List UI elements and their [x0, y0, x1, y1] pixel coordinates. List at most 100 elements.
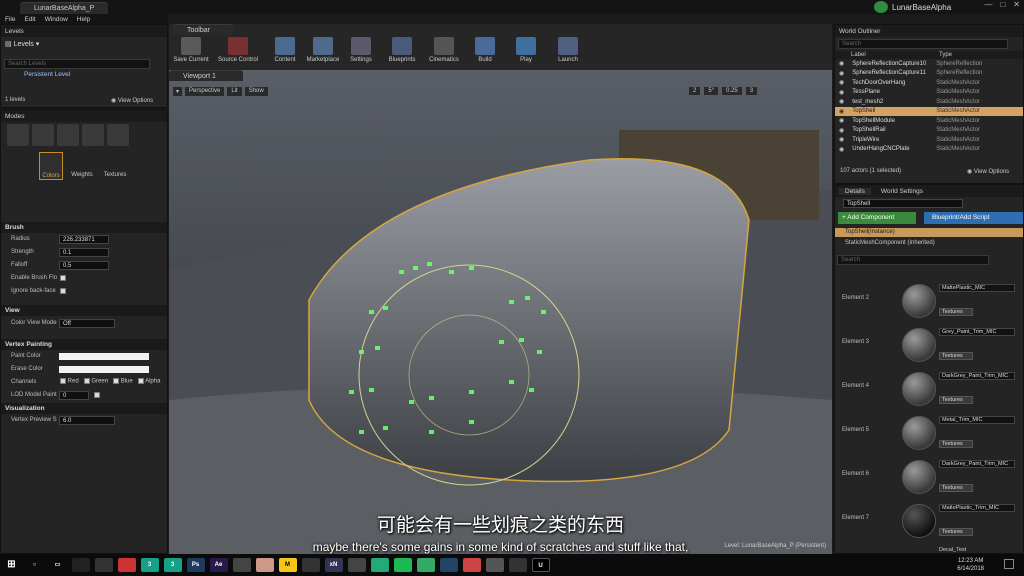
- app-icon[interactable]: [416, 558, 435, 572]
- textures-dropdown[interactable]: Textures: [939, 528, 973, 536]
- component-row[interactable]: StaticMeshComponent (Inherited): [845, 240, 935, 246]
- minimize-icon[interactable]: —: [984, 0, 992, 9]
- photoshop-icon[interactable]: Ps: [186, 558, 205, 572]
- material-thumbnail[interactable]: [902, 372, 936, 406]
- app-icon[interactable]: [255, 558, 274, 572]
- material-select[interactable]: MattePlastic_Trim_MIC: [939, 504, 1015, 512]
- outliner-view-options[interactable]: ◉ View Options: [967, 168, 1009, 175]
- channel-blue-checkbox[interactable]: [113, 378, 120, 384]
- outliner-row[interactable]: ◉ TripleWire StaticMeshActor: [835, 135, 1023, 145]
- menu-help[interactable]: Help: [77, 16, 90, 23]
- app-icon[interactable]: [439, 558, 458, 572]
- material-select[interactable]: DarkGrey_Paint_Trim_MIC: [939, 460, 1015, 468]
- vertex-preview-field[interactable]: 6.0: [59, 416, 115, 425]
- document-tab[interactable]: LunarBaseAlpha_P: [20, 2, 108, 14]
- levels-search-input[interactable]: Search Levels: [4, 59, 150, 69]
- clock[interactable]: 12:23 AM 6/14/2018: [957, 557, 984, 573]
- modes-tab[interactable]: Modes: [1, 110, 167, 122]
- textures-dropdown[interactable]: Textures: [939, 484, 973, 492]
- viewport-tab[interactable]: Viewport 1: [169, 70, 243, 81]
- foliage-mode-icon[interactable]: [82, 124, 104, 146]
- notification-icon[interactable]: [1004, 559, 1014, 569]
- material-thumbnail[interactable]: [902, 328, 936, 362]
- scale-snap-value[interactable]: 0.25: [722, 87, 742, 95]
- app-icon[interactable]: [462, 558, 481, 572]
- channel-green-checkbox[interactable]: [83, 378, 90, 384]
- channel-alpha-checkbox[interactable]: [137, 378, 144, 384]
- ignore-backface-checkbox[interactable]: [60, 288, 66, 294]
- viewport[interactable]: ▾ Perspective Lit Show Viewport 1 2 5° 0…: [169, 70, 832, 554]
- grid-snap-value[interactable]: 2: [689, 87, 701, 95]
- spotify-icon[interactable]: [393, 558, 412, 572]
- place-mode-icon[interactable]: [7, 124, 29, 146]
- brush-section[interactable]: Brush: [1, 222, 167, 233]
- erase-color-swatch[interactable]: [59, 366, 149, 373]
- menu-window[interactable]: Window: [45, 16, 68, 23]
- app-icon[interactable]: [232, 558, 251, 572]
- maximize-icon[interactable]: □: [1000, 0, 1005, 9]
- cinematics-button[interactable]: Cinematics: [425, 37, 463, 63]
- world-settings-tab[interactable]: World Settings: [875, 188, 929, 195]
- app-3-icon[interactable]: 3: [140, 558, 159, 572]
- build-button[interactable]: Build: [469, 37, 501, 63]
- vertex-painting-section[interactable]: Vertex Painting: [1, 339, 167, 350]
- visualization-section[interactable]: Visualization: [1, 403, 167, 414]
- channel-red[interactable]: Red: [60, 378, 79, 385]
- color-view-mode-select[interactable]: Off: [59, 319, 115, 328]
- channel-red-checkbox[interactable]: [60, 378, 66, 384]
- launch-button[interactable]: Launch: [551, 37, 585, 63]
- outliner-search-input[interactable]: Search: [838, 39, 1008, 49]
- menu-edit[interactable]: Edit: [24, 16, 35, 23]
- instance-row[interactable]: TopShell(Instance): [835, 228, 1023, 237]
- app-icon[interactable]: [301, 558, 320, 572]
- settings-button[interactable]: Settings: [343, 37, 379, 63]
- marketplace-button[interactable]: Marketplace: [303, 37, 343, 63]
- material-select[interactable]: Grey_Paint_Trim_MIC: [939, 328, 1015, 336]
- chrome-icon[interactable]: [117, 558, 136, 572]
- play-button[interactable]: Play: [511, 37, 541, 63]
- outliner-row[interactable]: ◉ SphereReflectionCapture10 SphereReflecti…: [835, 59, 1023, 69]
- colors-tool[interactable]: Colors: [39, 152, 63, 180]
- rotation-snap-value[interactable]: 5°: [704, 87, 719, 95]
- outliner-row[interactable]: ◉ TopShellRail StaticMeshActor: [835, 126, 1023, 136]
- after-effects-icon[interactable]: Ae: [209, 558, 228, 572]
- landscape-mode-icon[interactable]: [57, 124, 79, 146]
- content-button[interactable]: Content: [267, 37, 303, 63]
- channel-green[interactable]: Green: [83, 378, 108, 385]
- levels-dropdown[interactable]: ▤ Levels ▾: [1, 37, 167, 51]
- unreal-icon[interactable]: U: [531, 558, 550, 572]
- outliner-row[interactable]: ◉ SphereReflectionCapture11 SphereReflecti…: [835, 69, 1023, 79]
- material-select[interactable]: MattePlastic_MIC: [939, 284, 1015, 292]
- outliner-row[interactable]: ◉ TopShellModule StaticMeshActor: [835, 116, 1023, 126]
- material-thumbnail[interactable]: [902, 504, 936, 538]
- enable-brush-checkbox[interactable]: [60, 275, 66, 281]
- channel-blue[interactable]: Blue: [113, 378, 133, 385]
- actor-name-field[interactable]: TopShell: [843, 199, 963, 208]
- strength-field[interactable]: 0.1: [59, 248, 109, 257]
- textures-dropdown[interactable]: Textures: [939, 352, 973, 360]
- task-view-icon[interactable]: ▭: [49, 558, 67, 572]
- menu-file[interactable]: File: [5, 16, 15, 23]
- material-thumbnail[interactable]: [902, 284, 936, 318]
- paint-mode-icon[interactable]: [32, 124, 54, 146]
- outliner-row[interactable]: ◉ TessPlane StaticMeshActor: [835, 88, 1023, 98]
- textures-dropdown[interactable]: Textures: [939, 440, 973, 448]
- outliner-row[interactable]: ◉ TechDoorOverHang StaticMeshActor: [835, 78, 1023, 88]
- start-icon[interactable]: ⊞: [3, 558, 21, 572]
- lod-checkbox[interactable]: [94, 392, 100, 398]
- source-control-button[interactable]: Source Control: [215, 37, 261, 63]
- lod-field[interactable]: 0: [59, 391, 89, 400]
- geometry-mode-icon[interactable]: [107, 124, 129, 146]
- view-section[interactable]: View: [1, 305, 167, 316]
- add-component-button[interactable]: + Add Component: [838, 212, 916, 224]
- app-icon[interactable]: [370, 558, 389, 572]
- radius-field[interactable]: 226.233871: [59, 235, 109, 244]
- material-thumbnail[interactable]: [902, 416, 936, 450]
- steam-icon[interactable]: [485, 558, 504, 572]
- textures-dropdown[interactable]: Textures: [939, 396, 973, 404]
- paint-color-swatch[interactable]: [59, 353, 149, 360]
- app-3b-icon[interactable]: 3: [163, 558, 182, 572]
- app-icon[interactable]: [508, 558, 527, 572]
- app-m-icon[interactable]: M: [278, 558, 297, 572]
- details-search-input[interactable]: Search: [837, 255, 989, 265]
